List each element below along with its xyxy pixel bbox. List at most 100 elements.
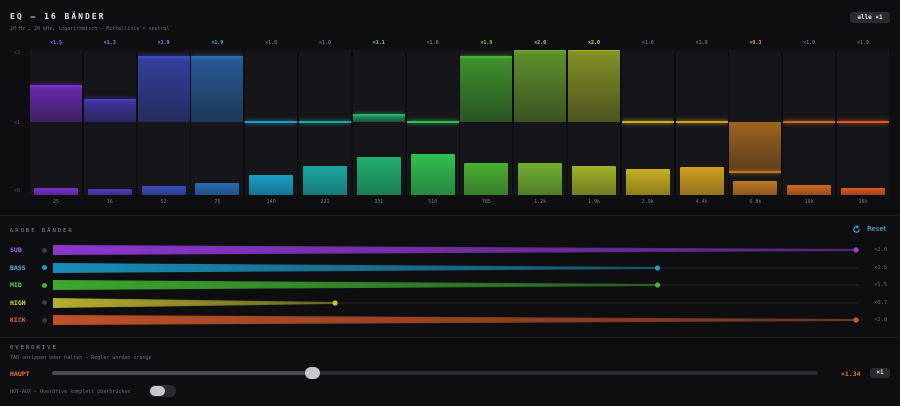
- group-row-slider[interactable]: [53, 244, 859, 256]
- band-frequency-label: 221: [320, 199, 330, 205]
- band-gain-line: [783, 121, 836, 123]
- group-row-knob[interactable]: [332, 299, 338, 306]
- eq-band-slider[interactable]: [729, 50, 782, 195]
- overdrive-subtitle: TAB antippen oder halten → Regler werden…: [10, 355, 152, 361]
- overdrive-main-label: HAUPT: [10, 370, 30, 378]
- group-row-slider[interactable]: [53, 279, 859, 291]
- band-level-meter: [249, 174, 294, 195]
- overdrive-value: ×1.34: [841, 370, 861, 378]
- band-gain-label: ×1.9: [157, 40, 170, 46]
- band-frequency-label: 140: [266, 199, 276, 205]
- band-frequency-label: 75: [214, 199, 221, 205]
- eq-band-slider[interactable]: [137, 50, 190, 195]
- band-gain-fill: [30, 86, 82, 122]
- overdrive-slider[interactable]: [52, 371, 818, 375]
- group-row-value: ×1.5: [874, 282, 888, 288]
- eq-band-slider[interactable]: [191, 50, 244, 195]
- band-gain-label: ×1.0: [856, 40, 870, 46]
- eq-band-slider[interactable]: [568, 50, 620, 195]
- band-level-meter: [787, 184, 832, 195]
- eq-band-slider[interactable]: [299, 50, 351, 195]
- band-level-meter: [464, 163, 509, 195]
- band-gain-label: ×1.0: [641, 40, 654, 46]
- reset-icon[interactable]: [852, 225, 861, 234]
- group-row-label: MID: [10, 281, 22, 289]
- group-row-value: ×1.5: [874, 264, 888, 271]
- band-gain-fill: [137, 57, 190, 122]
- eq-band-slider[interactable]: [352, 50, 405, 195]
- band-gain-line: [460, 56, 513, 59]
- band-gain-label: ×1.1: [372, 40, 385, 46]
- group-row-knob[interactable]: [654, 264, 661, 271]
- group-row-label: SUB: [10, 246, 22, 254]
- band-level-meter: [518, 163, 563, 195]
- group-row-slider[interactable]: [53, 297, 859, 309]
- band-gain-line: [30, 85, 82, 87]
- band-gain-line: [675, 121, 728, 123]
- overdrive-slider-knob[interactable]: [305, 367, 321, 379]
- eq-band-slider[interactable]: [514, 50, 567, 195]
- band-level-meter: [87, 189, 132, 195]
- eq-band-slider[interactable]: [675, 50, 728, 195]
- band-gain-label: ×1.0: [695, 40, 708, 46]
- band-level-meter: [841, 187, 885, 195]
- band-gain-line: [245, 121, 298, 123]
- group-row-indicator: [42, 317, 47, 323]
- band-gain-line: [191, 56, 244, 59]
- group-row-slider[interactable]: [53, 262, 859, 274]
- band-gain-label: ×1.3: [103, 40, 116, 46]
- group-row-slider[interactable]: [53, 314, 859, 326]
- divider: [0, 215, 900, 216]
- band-gain-label: ×2.0: [534, 40, 547, 46]
- band-frequency-label: 331: [374, 199, 384, 205]
- band-frequency-label: 52: [160, 199, 167, 205]
- group-row-value: ×2.0: [874, 247, 888, 253]
- eq-band-slider[interactable]: [406, 50, 459, 195]
- eq-band-slider[interactable]: [837, 50, 889, 195]
- axis-bottom-label: ×0: [14, 188, 21, 194]
- overdrive-reset-button[interactable]: ×1: [870, 368, 890, 378]
- band-level-meter: [733, 180, 778, 195]
- group-row-value: ×0.7: [874, 299, 888, 306]
- reset-button[interactable]: Reset: [867, 225, 887, 233]
- eq-band-slider[interactable]: [460, 50, 513, 195]
- band-gain-label: ×1.9: [211, 40, 224, 46]
- band-level-meter: [572, 166, 616, 195]
- band-frequency-label: 36: [106, 199, 113, 205]
- group-row-indicator: [42, 247, 47, 253]
- band-gain-line: [568, 50, 620, 51]
- band-frequency-label: 4.4k: [695, 199, 708, 205]
- band-gain-fill: [460, 57, 513, 122]
- eq-band-slider[interactable]: [30, 50, 82, 195]
- eq-band-slider[interactable]: [83, 50, 136, 195]
- hot-aux-toggle[interactable]: [149, 385, 176, 397]
- band-level-meter: [356, 157, 401, 195]
- eq-band-slider[interactable]: [621, 50, 674, 195]
- eq-panel: ×2 ×1 ×0 ×1.5 25 ×1.3 36 ×1.9 52 ×1.9 75 ×1.0 140…: [0, 36, 900, 212]
- eq-band-slider[interactable]: [245, 50, 298, 195]
- band-gain-label: ×1.9: [480, 40, 493, 46]
- band-frequency-label: 1.2k: [534, 199, 547, 205]
- group-row-knob[interactable]: [654, 282, 661, 288]
- band-gain-label: ×1.0: [426, 40, 439, 46]
- group-row-fill: [53, 245, 859, 255]
- band-level-meter: [34, 187, 78, 195]
- group-row-knob[interactable]: [853, 247, 859, 253]
- band-gain-fill: [729, 122, 782, 173]
- band-frequency-label: 16k: [858, 199, 868, 205]
- band-frequency-label: 510: [428, 199, 438, 205]
- band-gain-fill: [514, 50, 567, 122]
- band-level-meter: [141, 186, 186, 195]
- band-frequency-label: 785: [481, 199, 491, 205]
- page-subtitle: 20 Hz … 20 kHz, logarithmisch — Mittelli…: [10, 26, 170, 32]
- group-row-knob[interactable]: [853, 317, 859, 323]
- eq-band-slider[interactable]: [783, 50, 836, 195]
- band-level-meter: [625, 168, 670, 195]
- band-gain-line: [352, 113, 405, 116]
- all-reset-button[interactable]: alle ×1: [850, 12, 890, 23]
- group-row-label: BASS: [10, 263, 26, 272]
- band-gain-fill: [191, 57, 244, 122]
- hot-aux-toggle-knob: [150, 386, 165, 396]
- group-row-fill: [53, 262, 658, 273]
- divider: [0, 337, 900, 338]
